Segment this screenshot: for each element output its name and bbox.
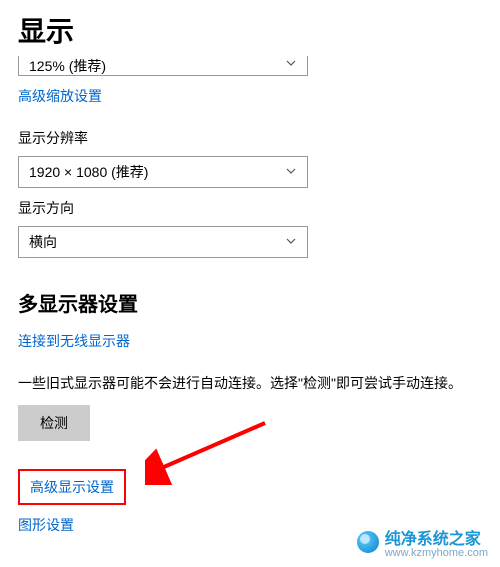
orientation-value: 横向 <box>29 232 57 252</box>
scale-dropdown[interactable]: 125% (推荐) <box>18 56 308 76</box>
orientation-dropdown[interactable]: 横向 <box>18 226 308 258</box>
arrow-annotation <box>145 415 275 485</box>
chevron-down-icon <box>285 56 297 72</box>
watermark-url: www.kzmyhome.com <box>385 547 488 559</box>
scale-value: 125% (推荐) <box>29 56 106 76</box>
resolution-label: 显示分辨率 <box>18 128 482 148</box>
multi-display-title: 多显示器设置 <box>18 288 482 317</box>
detect-button[interactable]: 检测 <box>18 405 90 441</box>
resolution-dropdown[interactable]: 1920 × 1080 (推荐) <box>18 156 308 188</box>
page-title: 显示 <box>18 10 482 50</box>
chevron-down-icon <box>285 234 297 250</box>
chevron-down-icon <box>285 164 297 180</box>
advanced-scale-link[interactable]: 高级缩放设置 <box>18 86 102 106</box>
wireless-display-link[interactable]: 连接到无线显示器 <box>18 331 130 351</box>
highlight-annotation: 高级显示设置 <box>18 469 126 505</box>
resolution-value: 1920 × 1080 (推荐) <box>29 162 148 182</box>
graphics-settings-link[interactable]: 图形设置 <box>18 515 74 535</box>
watermark: 纯净系统之家 www.kzmyhome.com <box>357 525 488 559</box>
detect-description: 一些旧式显示器可能不会进行自动连接。选择"检测"即可尝试手动连接。 <box>18 373 482 393</box>
watermark-name: 纯净系统之家 <box>385 531 481 548</box>
orientation-label: 显示方向 <box>18 198 482 218</box>
logo-icon <box>357 531 379 553</box>
advanced-display-link[interactable]: 高级显示设置 <box>30 477 114 497</box>
